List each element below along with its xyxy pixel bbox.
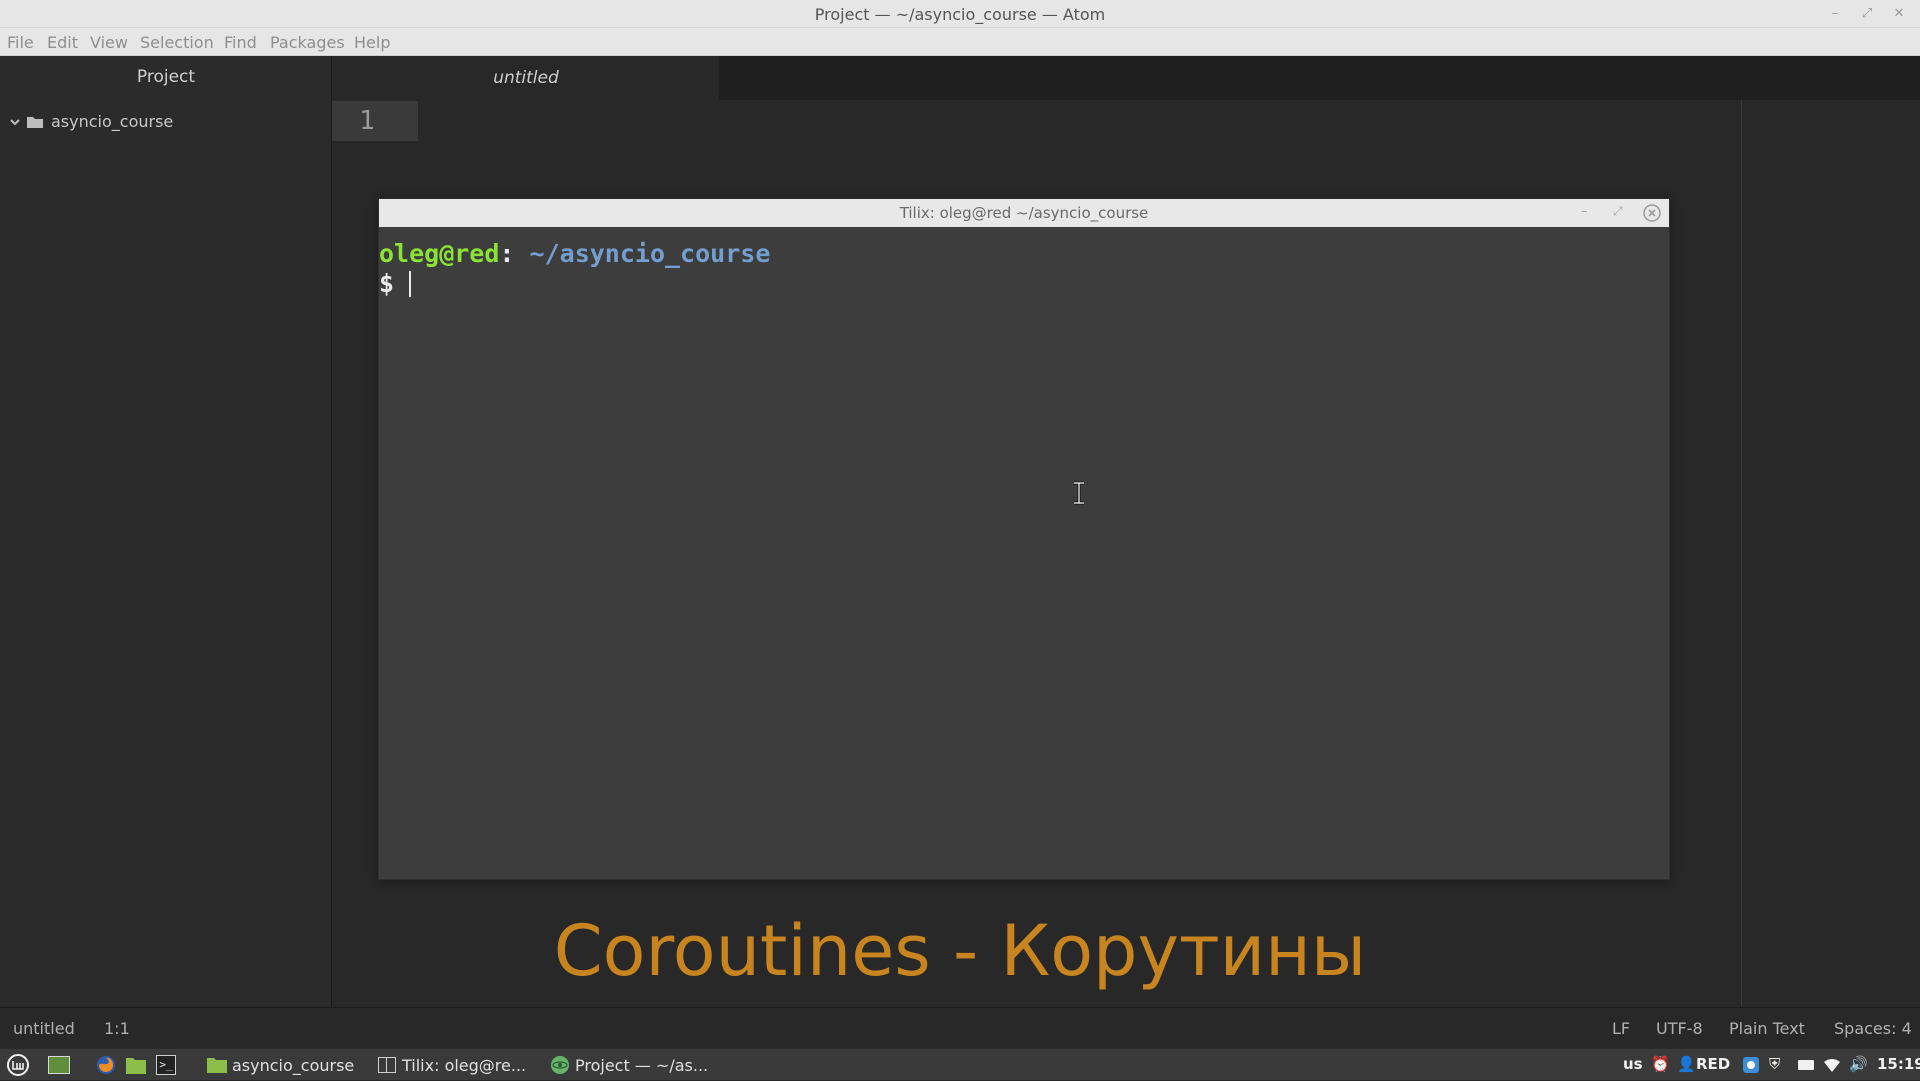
taskbar-item-tilix[interactable]: Tilix: oleg@re... [378,1053,526,1077]
status-line-ending[interactable]: LF [1612,1019,1630,1038]
shield-icon[interactable]: ⛨ [1769,1055,1780,1073]
taskbar-item-label: Project — ~/as... [575,1055,709,1075]
taskbar-item-label: asyncio_course [232,1055,355,1075]
update-manager-icon[interactable] [1742,1056,1760,1074]
prompt-line: oleg@red: ~/asyncio_course [379,239,770,268]
files-icon[interactable] [125,1055,147,1075]
video-caption: Coroutines - Корутины [553,910,1367,992]
tree-item-label: asyncio_course [51,111,174,131]
menu-find[interactable]: Find [224,33,257,52]
menu-packages[interactable]: Packages [270,33,345,52]
text-cursor [409,271,412,297]
tab-label: untitled [493,68,559,88]
chevron-down-icon[interactable] [8,114,22,128]
tree-item-asyncio-course[interactable]: asyncio_course [8,108,173,134]
terminal-close-icon[interactable] [1643,204,1661,222]
input-line[interactable]: $ [379,269,412,298]
menu-logo-icon[interactable] [6,1053,30,1077]
prompt-separator: : [499,239,515,268]
volume-icon[interactable]: 🔊 [1849,1055,1868,1073]
prompt-path: ~/asyncio_course [529,239,771,268]
prompt-user: oleg@red [379,239,500,268]
folder-icon [206,1056,228,1074]
status-encoding[interactable]: UTF-8 [1656,1019,1703,1038]
terminal-minimize-icon[interactable]: – [1581,204,1588,219]
minimize-window-button[interactable]: – [1826,5,1844,23]
sidebar-header: Project [136,67,196,87]
prompt-symbol: $ [379,269,395,298]
folder-icon [26,114,44,128]
ibeam-cursor-icon [1072,481,1086,505]
taskbar-item-label: Tilix: oleg@re... [402,1055,527,1075]
show-desktop-icon[interactable] [48,1056,70,1074]
tray-user-name[interactable]: RED [1696,1055,1730,1073]
atom-icon [550,1055,570,1075]
terminal-title: Tilix: oleg@red ~/asyncio_course [899,204,1149,222]
status-file-name[interactable]: untitled [13,1019,75,1038]
status-bar: untitled 1:1 LF UTF-8 Plain Text Spaces:… [0,1007,1920,1048]
menu-file[interactable]: File [7,33,34,52]
close-window-button[interactable]: ✕ [1890,5,1908,23]
menu-edit[interactable]: Edit [47,33,78,52]
taskbar-item-atom[interactable]: Project — ~/as... [550,1053,708,1077]
battery-icon[interactable] [1797,1058,1815,1072]
window-title: Project — ~/asyncio_course — Atom [814,5,1106,24]
wifi-icon[interactable] [1823,1057,1841,1073]
keyboard-layout-indicator[interactable]: us [1623,1055,1643,1073]
menu-bar: File Edit View Selection Find Packages H… [0,28,1920,56]
status-indent[interactable]: Spaces: 4 [1834,1019,1912,1038]
tab-untitled[interactable]: untitled [333,56,719,100]
status-grammar[interactable]: Plain Text [1729,1019,1805,1038]
terminal-titlebar[interactable]: Tilix: oleg@red ~/asyncio_course – ⤢ [379,199,1669,227]
maximize-window-button[interactable]: ⤢ [1858,5,1876,23]
menu-selection[interactable]: Selection [140,33,214,52]
menu-help[interactable]: Help [354,33,390,52]
terminal-icon [378,1057,396,1073]
terminal-maximize-icon[interactable]: ⤢ [1613,204,1623,219]
wrap-guide [1741,100,1742,1006]
terminal-launcher-icon[interactable]: >_ [156,1055,176,1075]
line-number: 1 [359,106,375,136]
taskbar: >_ asyncio_course Tilix: oleg@re... Proj… [0,1048,1920,1080]
menu-view[interactable]: View [90,33,128,52]
firefox-icon[interactable] [95,1054,117,1076]
terminal-body[interactable]: oleg@red: ~/asyncio_course $ [379,227,1669,879]
clock[interactable]: 15:19 [1877,1055,1920,1073]
terminal-window[interactable]: Tilix: oleg@red ~/asyncio_course – ⤢ ole… [378,198,1670,880]
alarm-icon[interactable]: ⏰ [1651,1055,1670,1073]
user-icon[interactable]: 👤 [1677,1055,1696,1073]
gutter-line-active: 1 [332,101,418,141]
project-sidebar: Project asyncio_course [0,56,332,1006]
window-titlebar: Project — ~/asyncio_course — Atom – ⤢ ✕ [0,0,1920,28]
taskbar-item-files[interactable]: asyncio_course [206,1053,354,1077]
status-cursor-position[interactable]: 1:1 [104,1019,130,1038]
